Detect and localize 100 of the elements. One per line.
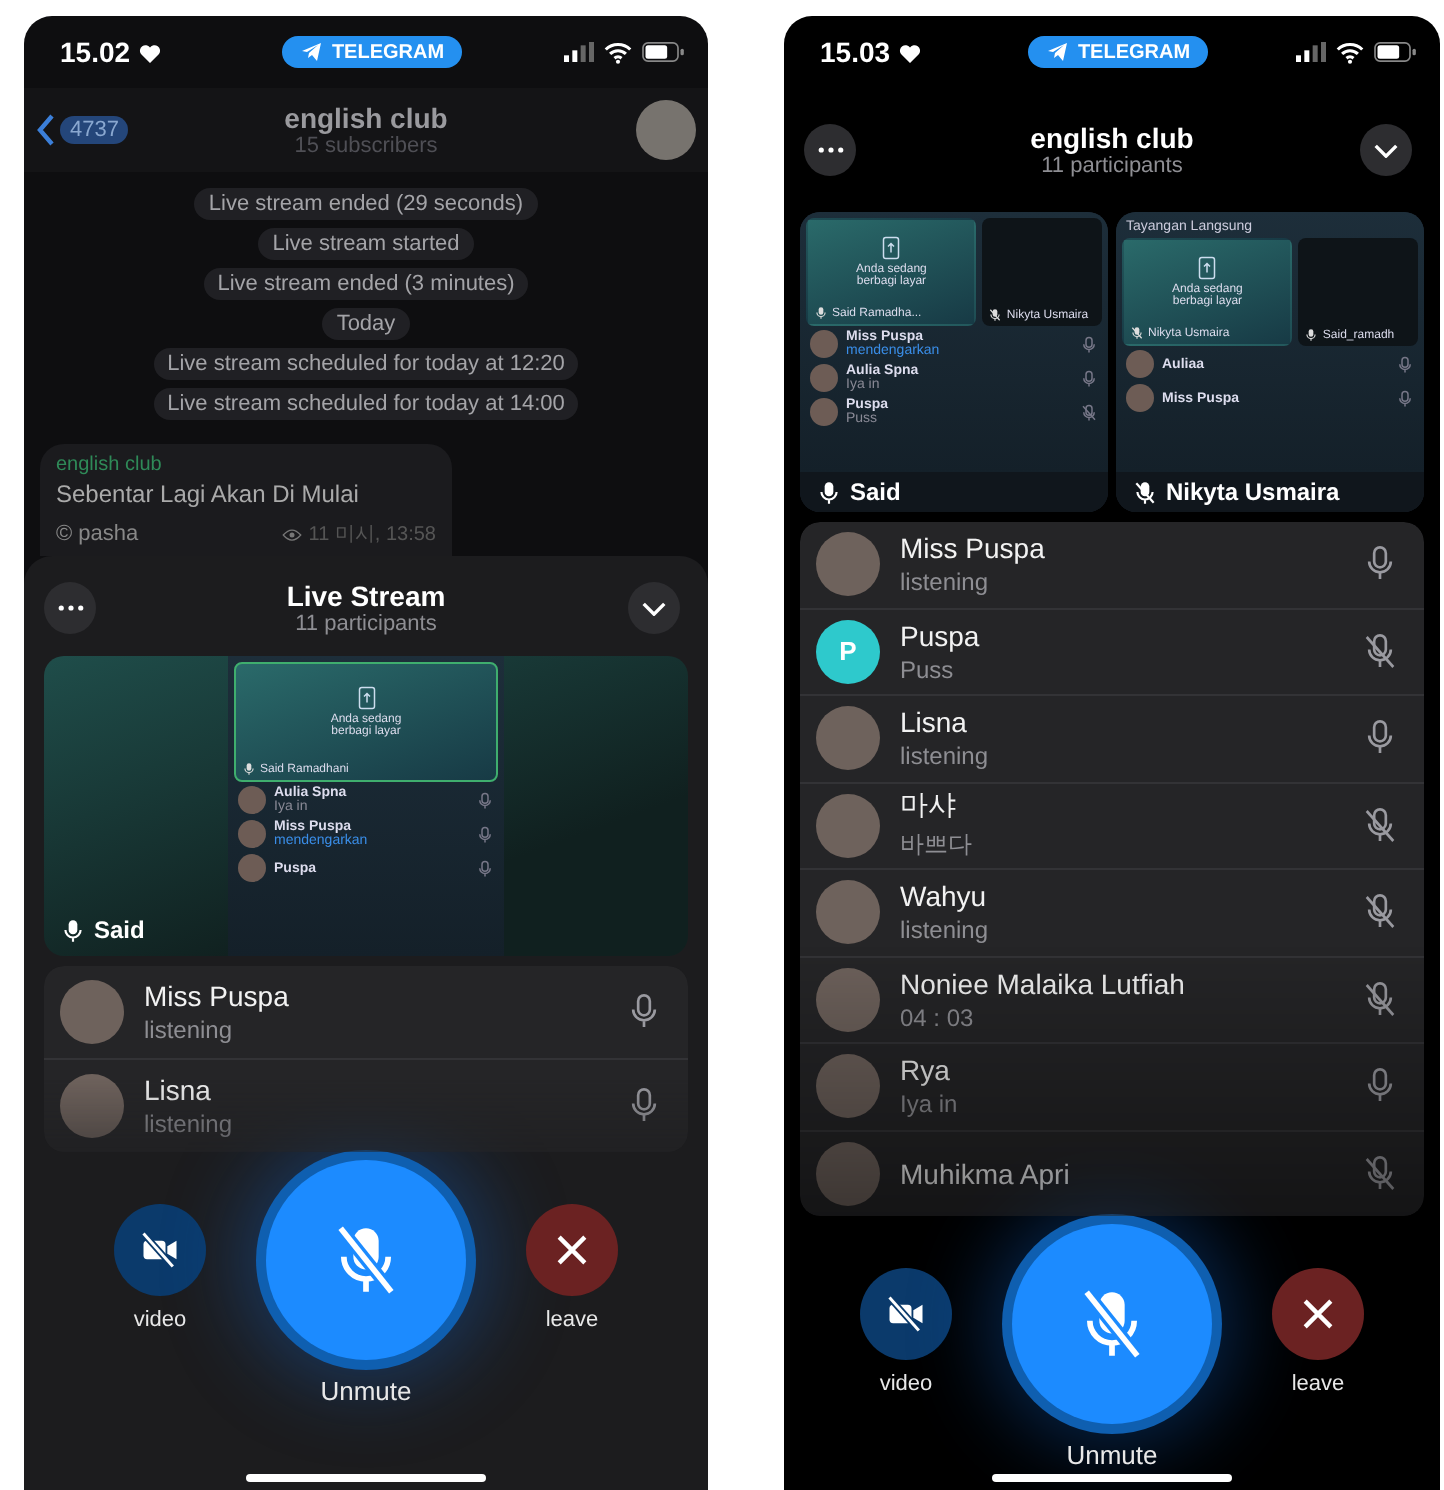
collapse-button[interactable] <box>628 582 680 634</box>
subscriber-count: 15 subscribers <box>292 134 440 158</box>
participant-row[interactable]: 마샤 바쁘다 <box>800 783 1424 870</box>
participant-status: listening <box>900 742 991 771</box>
battery-icon <box>1374 42 1416 62</box>
more-button[interactable] <box>44 582 96 634</box>
collapse-button[interactable] <box>1360 124 1412 176</box>
participant-name: Noniee Malaika Lutfiah <box>900 967 1187 1000</box>
participant-status: listening <box>144 1016 235 1044</box>
avatar-photo <box>816 532 880 597</box>
video-button[interactable] <box>860 1268 952 1360</box>
participant-count: 11 participants <box>1039 154 1185 178</box>
eye-icon <box>282 527 303 541</box>
more-button[interactable] <box>804 124 856 176</box>
participant-row[interactable]: Lisna listening <box>800 696 1424 783</box>
avatar-photo <box>1126 384 1154 412</box>
avatar-photo <box>810 330 838 358</box>
participant-row[interactable]: Muhikma Apri <box>800 1131 1424 1216</box>
participant-row[interactable]: Noniee Malaika Lutfiah 04 : 03 <box>800 957 1424 1044</box>
participant-name: Lisna <box>900 706 969 739</box>
service-message: Today <box>322 308 410 340</box>
avatar-photo <box>816 967 880 1032</box>
chat-title: english club <box>282 102 450 134</box>
back-button[interactable]: 4737 <box>36 112 196 148</box>
participant-status: listening <box>144 1110 235 1138</box>
participant-row[interactable]: Miss Puspa listening <box>800 522 1424 609</box>
call-title: Live Stream <box>284 580 448 612</box>
participant-status: 바쁘다 <box>900 828 974 863</box>
more-icon <box>57 604 83 612</box>
participant-status: listening <box>900 568 991 597</box>
leave-button[interactable] <box>1272 1268 1364 1360</box>
phone-upload-icon <box>357 686 375 710</box>
battery-icon <box>642 42 684 62</box>
avatar-photo <box>1126 350 1154 378</box>
video-off-icon <box>138 1228 182 1272</box>
avatar-photo <box>238 854 266 882</box>
avatar-photo <box>810 398 838 426</box>
paper-plane-icon <box>299 40 324 64</box>
participant-name: Wahyu <box>900 880 989 913</box>
participant-row[interactable]: Wahyu listening <box>800 870 1424 957</box>
wifi-icon <box>604 41 632 63</box>
channel-avatar[interactable] <box>636 100 696 160</box>
service-message: Live stream ended (29 seconds) <box>194 188 538 220</box>
clock-time: 15.02 <box>60 36 131 68</box>
participant-status: 04 : 03 <box>900 1003 976 1032</box>
service-message: Live stream scheduled for today at 14:00 <box>153 388 579 420</box>
chevron-down-icon <box>1374 143 1398 157</box>
unmute-button[interactable] <box>266 1160 466 1360</box>
more-icon <box>817 146 843 154</box>
participant-row[interactable]: Rya Iya in <box>800 1044 1424 1131</box>
participant-count: 11 participants <box>293 612 439 636</box>
participant-status: Iya in <box>900 1090 960 1119</box>
phone-upload-icon <box>882 236 901 260</box>
avatar-photo <box>238 820 266 848</box>
call-title: english club <box>1028 122 1196 154</box>
avatar-photo <box>238 786 266 814</box>
wifi-icon <box>1336 41 1364 63</box>
heart-icon <box>898 41 923 63</box>
control-label: video <box>133 1308 187 1332</box>
avatar-photo <box>816 1054 880 1119</box>
service-message: Live stream scheduled for today at 12:20 <box>153 348 579 380</box>
phone-upload-icon <box>1198 256 1217 280</box>
signal-icon <box>1296 42 1326 62</box>
avatar-photo <box>60 1074 124 1138</box>
control-label: leave <box>1291 1372 1345 1396</box>
avatar-photo <box>816 706 880 771</box>
avatar-photo <box>816 1141 880 1206</box>
unmute-button[interactable] <box>1012 1224 1212 1424</box>
control-label: video <box>879 1372 933 1396</box>
control-label: Unmute <box>1066 1440 1158 1470</box>
post-author: english club <box>56 454 164 476</box>
participant-name: Lisna <box>144 1074 213 1106</box>
participant-row[interactable]: P Puspa Puss <box>800 609 1424 696</box>
heart-icon <box>138 41 163 63</box>
participant-row[interactable]: Lisna listening <box>44 1060 688 1152</box>
participant-name: Miss Puspa <box>144 980 291 1012</box>
participant-status: Puss <box>900 655 956 684</box>
avatar-photo <box>816 880 880 945</box>
post-signature: © pasha <box>56 522 139 546</box>
service-message: Live stream started <box>258 228 474 260</box>
back-chevron-icon <box>36 112 56 148</box>
video-off-icon <box>884 1292 928 1336</box>
video-button[interactable] <box>114 1204 206 1296</box>
participant-name: Puspa <box>900 619 982 652</box>
participant-row[interactable]: Miss Puspa listening <box>44 966 688 1060</box>
participant-name: Muhikma Apri <box>900 1157 1072 1190</box>
post-text: Sebentar Lagi Akan Di Mulai <box>56 480 361 508</box>
tile-name: Nikyta Usmaira <box>1166 478 1340 506</box>
chevron-down-icon <box>642 601 666 615</box>
clock-time: 15.03 <box>820 36 891 68</box>
avatar-photo <box>816 793 880 858</box>
participant-name: Rya <box>900 1054 952 1087</box>
leave-button[interactable] <box>526 1204 618 1296</box>
tile-name: Said <box>850 478 901 506</box>
avatar-photo <box>810 364 838 392</box>
post-time: 11 미시, 13:58 <box>308 522 436 548</box>
control-label: leave <box>545 1308 599 1332</box>
service-message: Live stream ended (3 minutes) <box>203 268 529 300</box>
tile-name: Said <box>94 916 145 944</box>
avatar-photo <box>60 980 124 1044</box>
